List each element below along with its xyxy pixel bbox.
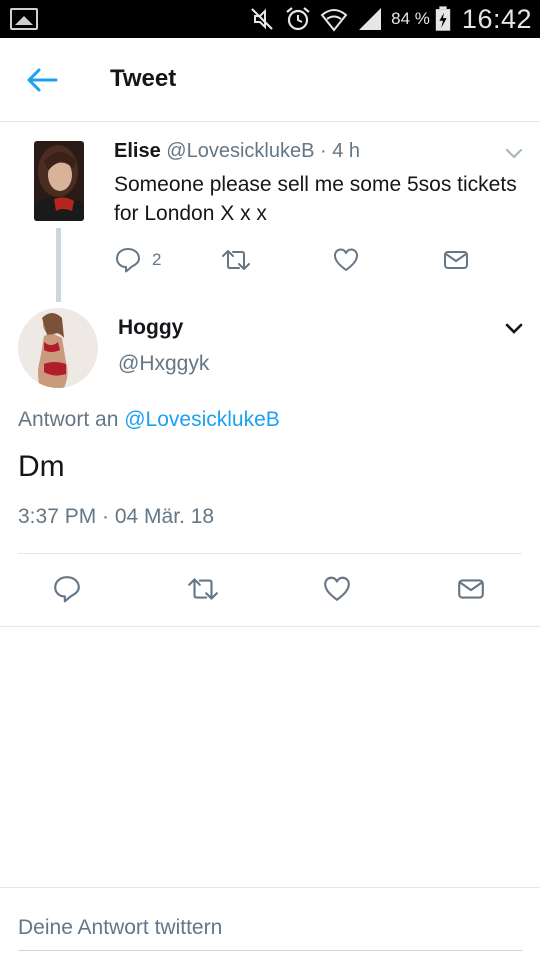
wifi-icon (320, 9, 348, 32)
separator: · (319, 140, 327, 162)
like-icon (334, 248, 358, 271)
author-handle[interactable]: @Hxggyk (118, 352, 209, 376)
chevron-down-icon[interactable] (504, 147, 524, 161)
divider (18, 553, 522, 554)
chevron-down-icon[interactable] (504, 322, 524, 336)
reply-button[interactable]: 2 (114, 246, 161, 274)
message-button[interactable] (456, 574, 486, 604)
tweet-header: Elise @LovesicklukeB · 4 h (114, 140, 360, 163)
app-header: Tweet (0, 38, 540, 122)
tweet-timestamp: 3:37 PM · 04 Mär. 18 (18, 505, 215, 528)
composer-divider (0, 887, 540, 888)
retweet-button[interactable] (186, 574, 220, 604)
clock: 16:42 (461, 3, 532, 34)
tweet-text: Dm (18, 450, 65, 483)
avatar-image (34, 141, 84, 221)
like-button[interactable] (322, 574, 352, 604)
tweet-time: 4 h (332, 140, 361, 162)
status-bar: 84 % 16:42 (0, 0, 540, 38)
retweet-icon (188, 578, 218, 600)
battery-icon (435, 6, 451, 31)
thread-connector (56, 228, 61, 302)
tweet-actions: 2 (114, 246, 534, 274)
message-button[interactable] (442, 246, 470, 274)
tweet-actions (0, 574, 540, 608)
reply-input[interactable] (18, 905, 522, 951)
reply-button[interactable] (52, 574, 82, 604)
avatar[interactable] (34, 141, 84, 221)
retweet-button[interactable] (220, 246, 252, 274)
reply-to-link[interactable]: @LovesicklukeB (124, 408, 280, 431)
status-icons: 84 % 16:42 (247, 0, 540, 38)
author-handle[interactable]: @LovesicklukeB (166, 140, 314, 162)
tweet-text: Someone please sell me some 5sos tickets… (114, 173, 517, 225)
reply-icon (116, 248, 140, 273)
like-button[interactable] (332, 246, 360, 274)
retweet-icon (222, 250, 250, 270)
reply-context: Antwort an @LovesicklukeB (18, 408, 280, 432)
avatar-image (18, 308, 98, 388)
mute-icon (251, 8, 273, 30)
avatar[interactable] (18, 308, 98, 388)
divider (0, 626, 540, 627)
reply-prefix: Antwort an (18, 408, 125, 431)
reply-count: 2 (152, 250, 162, 269)
gallery-icon (10, 8, 38, 30)
page-title: Tweet (110, 65, 177, 92)
author-name[interactable]: Hoggy (118, 316, 183, 340)
reply-icon (54, 576, 80, 603)
alarm-icon (286, 7, 310, 31)
like-icon (324, 576, 350, 601)
message-icon (444, 251, 468, 269)
arrow-left-icon[interactable] (24, 64, 60, 96)
message-icon (458, 579, 484, 599)
signal-icon (359, 8, 382, 30)
battery-percent: 84 % (391, 9, 430, 28)
author-name[interactable]: Elise (114, 140, 161, 162)
